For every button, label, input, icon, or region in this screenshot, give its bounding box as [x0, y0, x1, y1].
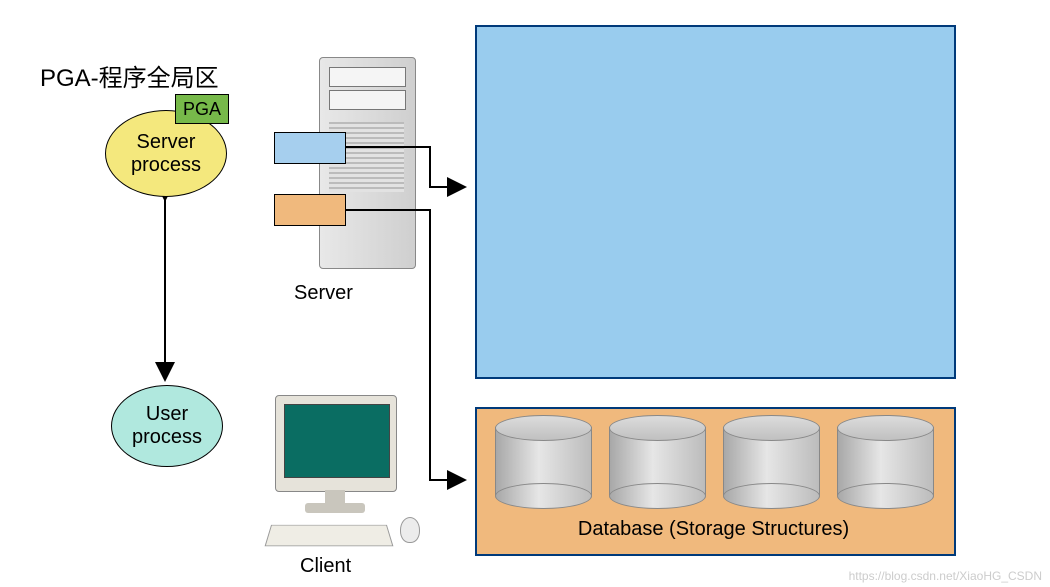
diagram-title: PGA-程序全局区 [40, 58, 219, 93]
storage-cylinder-icon [837, 415, 932, 507]
server-label: Server [294, 282, 353, 305]
storage-cylinder-icon [723, 415, 818, 507]
pga-badge-label: PGA [183, 99, 221, 120]
user-process-label: User process [132, 403, 202, 449]
storage-cylinder-icon [495, 415, 590, 507]
client-label: Client [300, 555, 351, 578]
server-slot-blue [274, 132, 346, 164]
server-process-label: Server process [131, 131, 201, 177]
storage-cylinder-icon [609, 415, 704, 507]
server-icon [274, 52, 419, 277]
pga-badge: PGA [175, 94, 229, 124]
database-cylinders [495, 415, 932, 507]
user-process-ellipse: User process [111, 385, 223, 467]
watermark: https://blog.csdn.net/XiaoHG_CSDN [849, 569, 1042, 583]
client-icon [250, 395, 430, 550]
instance-box [475, 25, 956, 379]
diagram-canvas: PGA-程序全局区 Server process PGA User proces… [0, 0, 1050, 587]
server-slot-orange [274, 194, 346, 226]
database-label: Database (Storage Structures) [475, 518, 952, 541]
